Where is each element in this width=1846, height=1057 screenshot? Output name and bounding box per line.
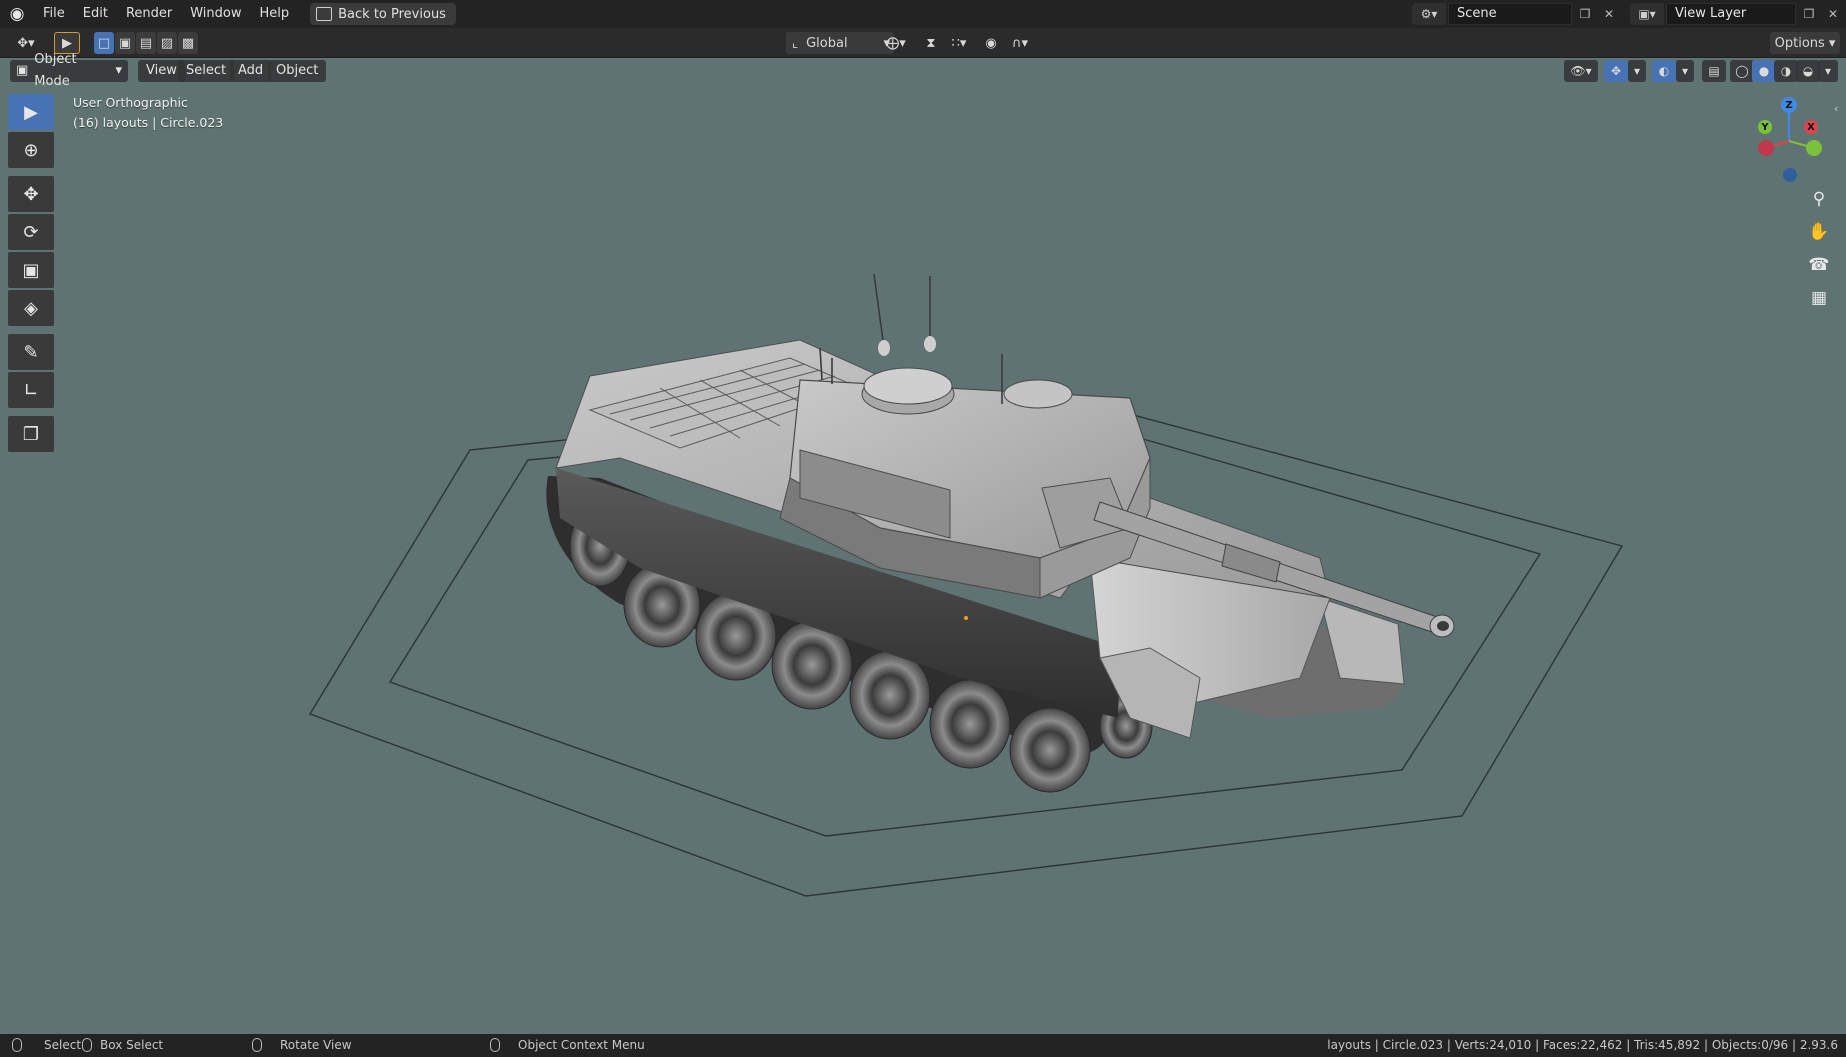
transform-icon[interactable]: ◈ (8, 290, 54, 326)
wireframe-shading-icon[interactable]: ◯ (1730, 60, 1754, 82)
rendered-shading-icon[interactable]: ◒ (1796, 60, 1820, 82)
select-mode-intersect-icon[interactable]: ▩ (178, 32, 198, 54)
tool-shelf: ▶ ⊕ ✥ ⟳ ▣ ◈ ✎ ∟ ❐ (8, 94, 56, 454)
menu-select[interactable]: Select (178, 60, 235, 82)
chevron-down-icon: ▾ (115, 63, 122, 78)
snap-toggle-icon[interactable]: ⧗ (920, 32, 942, 54)
scene-statistics: layouts | Circle.023 | Verts:24,010 | Fa… (1327, 1038, 1838, 1052)
options-label: Options (1774, 35, 1825, 51)
menu-object[interactable]: Object (268, 60, 327, 82)
select-mode-extend-icon[interactable]: ▣ (115, 32, 135, 54)
mode-dropdown[interactable]: ▣ Object Mode ▾ (10, 52, 128, 89)
status-context-label: Object Context Menu (518, 1038, 645, 1052)
collection-info-label: (16) layouts | Circle.023 (73, 115, 224, 130)
gizmo-toggle-icon[interactable]: ✥ (1604, 60, 1628, 82)
xray-toggle-icon[interactable]: ▤ (1702, 60, 1726, 82)
select-mode-subtract-icon[interactable]: ▤ (136, 32, 156, 54)
measure-icon[interactable]: ∟ (8, 372, 54, 408)
menu-edit[interactable]: Edit (74, 0, 117, 28)
3d-viewport[interactable]: User Orthographic (16) layouts | Circle.… (0, 58, 1846, 1034)
menu-add[interactable]: Add (230, 60, 272, 82)
gizmo-y-axis[interactable]: Y (1758, 120, 1772, 134)
mouse-left-icon (12, 1038, 22, 1052)
transform-orientation-label: Global (806, 35, 848, 51)
snap-target-icon[interactable]: ∷▾ (942, 32, 976, 54)
rotate-icon[interactable]: ⟳ (8, 214, 54, 250)
material-shading-icon[interactable]: ◑ (1774, 60, 1798, 82)
annotate-icon[interactable]: ✎ (8, 334, 54, 370)
mouse-right-icon (490, 1038, 500, 1052)
falloff-icon[interactable]: ∩▾ (1004, 32, 1036, 54)
zoom-icon[interactable]: ⚲ (1804, 184, 1834, 214)
view-layer-icon[interactable]: ▣▾ (1630, 3, 1664, 25)
delete-view-layer-icon[interactable]: ✕ (1822, 3, 1844, 25)
status-select-hint: Select (12, 1038, 81, 1052)
back-to-previous-button[interactable]: Back to Previous (310, 3, 456, 25)
select-box-icon[interactable]: ▶ (8, 94, 54, 130)
scene-name-field[interactable]: Scene (1448, 3, 1572, 25)
overlay-dropdown-icon[interactable]: ▾ (1676, 60, 1694, 82)
status-context-hint: Object Context Menu (490, 1038, 645, 1052)
gizmo-x-axis[interactable]: X (1804, 120, 1818, 134)
chevron-down-icon: ▾ (1828, 35, 1836, 51)
scale-icon[interactable]: ▣ (8, 252, 54, 288)
view-layer-selector: ▣▾ View Layer ❐ ✕ (1630, 3, 1844, 25)
tank-model[interactable] (546, 273, 1455, 793)
orientation-icon: ⌞ (792, 35, 799, 51)
transform-orientation-dropdown[interactable]: ⌞ Global ▾ (786, 32, 894, 54)
delete-scene-icon[interactable]: ✕ (1598, 3, 1620, 25)
gizmo-dropdown-icon[interactable]: ▾ (1628, 60, 1646, 82)
object-origin-dot (964, 616, 968, 620)
camera-view-icon[interactable]: ☎ (1804, 250, 1834, 280)
menu-window[interactable]: Window (181, 0, 250, 28)
status-bar: Select Box Select Rotate View Object Con… (0, 1034, 1846, 1057)
sidebar-toggle-icon[interactable]: ‹ (1834, 102, 1838, 115)
new-view-layer-icon[interactable]: ❐ (1798, 3, 1820, 25)
add-cube-icon[interactable]: ❐ (8, 416, 54, 452)
status-box-select-hint: Box Select (82, 1038, 163, 1052)
select-mode-invert-icon[interactable]: ▨ (157, 32, 177, 54)
options-dropdown[interactable]: Options ▾ (1770, 32, 1840, 54)
status-rotate-hint: Rotate View (252, 1038, 352, 1052)
navigation-gizmo[interactable]: Z X Y (1744, 96, 1834, 186)
view-name-label: User Orthographic (73, 95, 188, 110)
gizmo-neg-x-axis[interactable] (1758, 140, 1774, 156)
viewport-header: ▣ Object Mode ▾ View Select Add Object 👁… (0, 52, 1846, 89)
status-select-label: Select (44, 1038, 82, 1052)
pivot-point-icon[interactable]: ⨁▾ (880, 32, 912, 54)
scene-selector: ⚙▾ Scene ❐ ✕ (1412, 3, 1620, 25)
move-icon[interactable]: ✥ (8, 176, 54, 212)
object-mode-icon: ▣ (16, 63, 29, 78)
blender-logo-icon[interactable]: ◉ (0, 0, 34, 28)
status-box-select-label: Box Select (100, 1038, 164, 1052)
mode-label: Object Mode (34, 52, 77, 89)
shading-dropdown-icon[interactable]: ▾ (1818, 60, 1838, 82)
gizmo-neg-y-axis[interactable] (1806, 140, 1822, 156)
ortho-grid-icon[interactable]: ▦ (1804, 283, 1834, 313)
solid-shading-icon[interactable]: ● (1752, 60, 1776, 82)
status-rotate-label: Rotate View (280, 1038, 352, 1052)
scene-type-icon[interactable]: ⚙▾ (1412, 3, 1446, 25)
gizmo-neg-z-axis[interactable] (1783, 168, 1797, 182)
back-to-previous-label: Back to Previous (338, 6, 446, 22)
back-screen-icon (316, 7, 333, 21)
menu-file[interactable]: File (34, 0, 74, 28)
mouse-drag-icon (82, 1038, 92, 1052)
view-layer-name-field[interactable]: View Layer (1666, 3, 1796, 25)
pan-hand-icon[interactable]: ✋ (1804, 217, 1834, 247)
overlay-toggle-icon[interactable]: ◐ (1652, 60, 1676, 82)
proportional-editing-icon[interactable]: ◉ (980, 32, 1002, 54)
tool-header: ✥▾ ▶ □ ▣ ▤ ▨ ▩ ⌞ Global ▾ ⨁▾ ⧗ ∷▾ ◉ ∩▾ O… (0, 28, 1846, 58)
gizmo-z-axis[interactable]: Z (1781, 97, 1797, 113)
scene-canvas[interactable] (0, 58, 1846, 1034)
cursor-icon[interactable]: ⊕ (8, 132, 54, 168)
visibility-icon[interactable]: 👁▾ (1564, 60, 1598, 82)
menu-help[interactable]: Help (251, 0, 299, 28)
mouse-middle-icon (252, 1038, 262, 1052)
new-scene-icon[interactable]: ❐ (1574, 3, 1596, 25)
menu-render[interactable]: Render (117, 0, 181, 28)
top-menu-bar: ◉ File Edit Render Window Help Back to P… (0, 0, 1846, 28)
